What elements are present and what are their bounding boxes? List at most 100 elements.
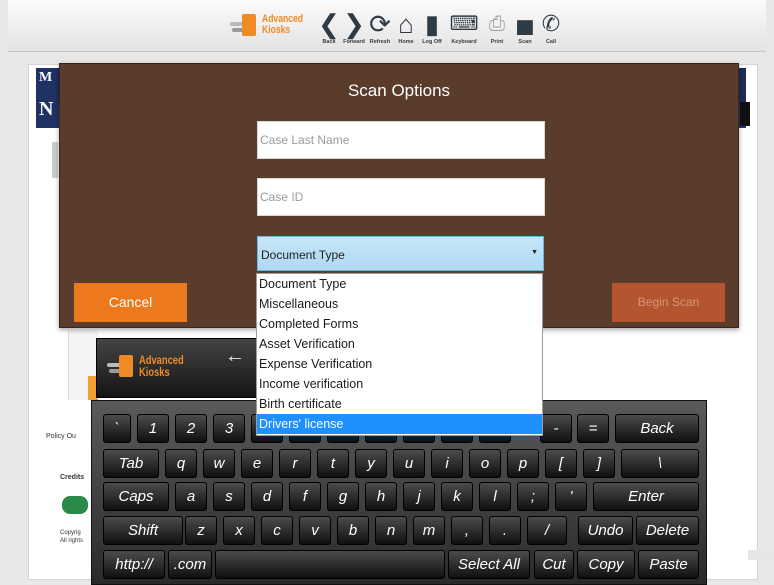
case-last-name-input[interactable] — [257, 121, 545, 159]
option-miscellaneous[interactable]: Miscellaneous — [257, 294, 542, 314]
keyboard-button[interactable]: ⌨ Keyboard — [446, 10, 482, 50]
background-scrollbar[interactable] — [748, 550, 774, 560]
key-equals[interactable]: = — [577, 414, 609, 443]
key-b[interactable]: b — [337, 516, 369, 545]
key-v[interactable]: v — [299, 516, 331, 545]
key-tab[interactable]: Tab — [103, 449, 159, 478]
keyboard-logo-mark-icon — [105, 353, 139, 379]
kiosk-logo-mark-icon — [228, 12, 262, 38]
print-label: Print — [490, 39, 504, 45]
key-p[interactable]: p — [507, 449, 539, 478]
option-document-type[interactable]: Document Type — [257, 274, 542, 294]
key-r[interactable]: r — [279, 449, 311, 478]
advanced-kiosks-logo: Advanced Kiosks — [228, 12, 315, 38]
key-n[interactable]: n — [375, 516, 407, 545]
dropdown-arrow-icon: ▼ — [531, 249, 538, 256]
key-z[interactable]: z — [185, 516, 217, 545]
key-w[interactable]: w — [203, 449, 235, 478]
option-expense-verification[interactable]: Expense Verification — [257, 354, 542, 374]
key-apostrophe[interactable]: ' — [555, 482, 587, 511]
key-right-bracket[interactable]: ] — [583, 449, 615, 478]
phone-icon: ✆ — [541, 11, 561, 36]
option-drivers-license[interactable]: Drivers' license — [257, 414, 542, 434]
key-k[interactable]: k — [441, 482, 473, 511]
key-cut[interactable]: Cut — [534, 550, 574, 579]
background-credits-text: Credits — [60, 474, 85, 481]
key-shift[interactable]: Shift — [103, 516, 183, 545]
key-t[interactable]: t — [317, 449, 349, 478]
key-backtick[interactable]: ` — [103, 414, 131, 443]
key-u[interactable]: u — [393, 449, 425, 478]
key-dot-com[interactable]: .com — [168, 550, 212, 579]
begin-scan-button[interactable]: Begin Scan — [612, 283, 725, 322]
key-f[interactable]: f — [289, 482, 321, 511]
key-copy[interactable]: Copy — [577, 550, 635, 579]
key-g[interactable]: g — [327, 482, 359, 511]
key-enter[interactable]: Enter — [593, 482, 699, 511]
key-e[interactable]: e — [241, 449, 273, 478]
key-comma[interactable]: , — [451, 516, 483, 545]
dialog-title: Scan Options — [347, 81, 451, 100]
document-type-select[interactable]: Document Type ▼ — [257, 236, 544, 271]
background-text-fragment — [52, 142, 58, 178]
logo-text-line2: Kiosks — [262, 24, 291, 36]
background-corner-art — [740, 102, 750, 126]
option-income-verification[interactable]: Income verification — [257, 374, 542, 394]
key-j[interactable]: j — [403, 482, 435, 511]
key-caps[interactable]: Caps — [103, 482, 169, 511]
key-space[interactable] — [215, 550, 445, 579]
key-2[interactable]: 2 — [175, 414, 207, 443]
document-type-dropdown-list: Document Type Miscellaneous Completed Fo… — [256, 273, 543, 436]
keyboard-drag-arrow-icon[interactable]: ← — [225, 345, 245, 368]
key-delete[interactable]: Delete — [636, 516, 699, 545]
background-letter-n: N — [39, 98, 54, 120]
keyboard-header: Advanced Kiosks ← — [96, 338, 266, 398]
key-semicolon[interactable]: ; — [517, 482, 549, 511]
document-type-value: Document Type — [261, 248, 345, 262]
print-button[interactable]: ⎙ Print — [482, 10, 512, 50]
background-letter-m: M — [39, 70, 53, 85]
call-label: Call — [545, 39, 557, 45]
key-select-all[interactable]: Select All — [448, 550, 530, 579]
log-off-button[interactable]: ▮ Log Off — [417, 10, 447, 50]
option-birth-certificate[interactable]: Birth certificate — [257, 394, 542, 414]
key-s[interactable]: s — [213, 482, 245, 511]
key-c[interactable]: c — [261, 516, 293, 545]
key-undo[interactable]: Undo — [578, 516, 633, 545]
key-1[interactable]: 1 — [137, 414, 169, 443]
background-rights-text: All rights — [60, 538, 84, 544]
background-partner-logo — [62, 496, 88, 514]
keyboard-icon: ⌨ — [449, 13, 479, 35]
key-a[interactable]: a — [175, 482, 207, 511]
key-l[interactable]: l — [479, 482, 511, 511]
background-policy-text: Policy Ou — [46, 433, 76, 440]
option-completed-forms[interactable]: Completed Forms — [257, 314, 542, 334]
call-button[interactable]: ✆ Call — [536, 10, 566, 50]
case-id-input[interactable] — [257, 178, 545, 216]
key-paste[interactable]: Paste — [638, 550, 699, 579]
log-off-door-icon: ▮ — [424, 9, 440, 39]
key-h[interactable]: h — [365, 482, 397, 511]
key-d[interactable]: d — [251, 482, 283, 511]
key-m[interactable]: m — [413, 516, 445, 545]
key-q[interactable]: q — [165, 449, 197, 478]
keyboard-logo-line2: Kiosks — [139, 365, 170, 379]
key-o[interactable]: o — [469, 449, 501, 478]
option-asset-verification[interactable]: Asset Verification — [257, 334, 542, 354]
key-slash[interactable]: / — [527, 516, 567, 545]
keyboard-advanced-kiosks-logo: Advanced Kiosks — [105, 353, 196, 379]
key-backslash[interactable]: \ — [621, 449, 699, 478]
key-http[interactable]: http:// — [103, 550, 165, 579]
key-y[interactable]: y — [355, 449, 387, 478]
background-logo-block: M N — [36, 68, 58, 128]
key-left-bracket[interactable]: [ — [545, 449, 577, 478]
key-period[interactable]: . — [489, 516, 521, 545]
cancel-button[interactable]: Cancel — [74, 283, 187, 322]
key-x[interactable]: x — [223, 516, 255, 545]
background-copyright-text: Copyrig — [60, 530, 81, 536]
key-3[interactable]: 3 — [213, 414, 245, 443]
key-minus[interactable]: - — [540, 414, 572, 443]
key-back[interactable]: Back — [615, 414, 699, 443]
key-i[interactable]: i — [431, 449, 463, 478]
kiosk-toolbar: Advanced Kiosks ❮ Back ❯ Forward ⟳ Refre… — [8, 0, 766, 52]
